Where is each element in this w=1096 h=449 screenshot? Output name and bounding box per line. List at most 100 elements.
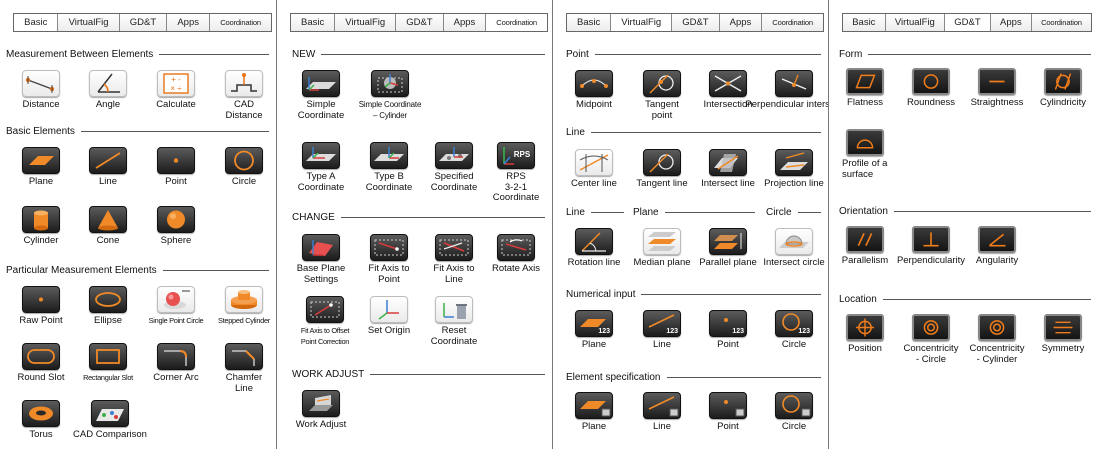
- stepped-cylinder-button[interactable]: Stepped Cylinder: [211, 286, 276, 327]
- tangent-point-button[interactable]: Tangent point: [629, 70, 695, 121]
- distance-button[interactable]: Distance: [8, 70, 74, 111]
- tab-virtualfig[interactable]: VirtualFig: [335, 14, 397, 31]
- projection-line-button[interactable]: Projection line: [761, 149, 827, 190]
- numerical-line-button[interactable]: 123 Line: [629, 310, 695, 351]
- round-slot-button[interactable]: Round Slot: [8, 343, 74, 384]
- tab-apps[interactable]: Apps: [990, 14, 1032, 31]
- type-a-coordinate-button[interactable]: Type A Coordinate: [288, 142, 354, 193]
- numerical-plane-button[interactable]: 123 Plane: [561, 310, 627, 351]
- symmetry-label: Symmetry: [1041, 343, 1085, 354]
- base-plane-settings-button[interactable]: Base Plane Settings: [288, 234, 354, 285]
- tab-apps[interactable]: Apps: [719, 14, 763, 31]
- tab-basic[interactable]: Basic: [843, 14, 886, 31]
- ellipse-button[interactable]: Ellipse: [75, 286, 141, 327]
- tab-coordination[interactable]: Coordination: [1031, 14, 1092, 31]
- cad-comparison-button[interactable]: CAD Comparison: [73, 400, 147, 441]
- symmetry-button[interactable]: Symmetry: [1030, 314, 1096, 355]
- sphere-button[interactable]: Sphere: [143, 206, 209, 247]
- reset-coordinate-button[interactable]: Reset Coordinate: [421, 296, 487, 347]
- circle-button[interactable]: Circle: [211, 147, 276, 188]
- fit-axis-to-point-button[interactable]: Fit Axis to Point: [356, 234, 422, 285]
- section-work-adjust: WORK ADJUST: [292, 369, 545, 380]
- spec-circle-button[interactable]: Circle: [761, 392, 827, 433]
- simple-coordinate-cylinder-button[interactable]: Simple Coordinate – Cylinder: [353, 70, 427, 121]
- profile-of-surface-button[interactable]: Profile of a surface: [832, 129, 898, 180]
- work-adjust-button[interactable]: Work Adjust: [288, 390, 354, 431]
- tab-virtualfig[interactable]: VirtualFig: [58, 14, 120, 31]
- tab-basic[interactable]: Basic: [14, 14, 59, 31]
- specified-coordinate-button[interactable]: Specified Coordinate: [421, 142, 487, 193]
- tab-coordination[interactable]: Coordination: [486, 14, 547, 31]
- tab-gdt[interactable]: GD&T: [119, 14, 168, 31]
- spec-line-button[interactable]: Line: [629, 392, 695, 433]
- concentricity-cylinder-button[interactable]: Concentricity - Cylinder: [964, 314, 1030, 365]
- projection-line-label: Projection line: [764, 178, 824, 189]
- circle-label: Circle: [231, 176, 257, 187]
- tab-gdt[interactable]: GD&T: [672, 14, 720, 31]
- numerical-point-button[interactable]: 123 Point: [695, 310, 761, 351]
- single-point-circle-button[interactable]: Single Point Circle: [143, 286, 209, 327]
- center-line-button[interactable]: Center line: [561, 149, 627, 190]
- intersect-line-button[interactable]: Intersect line: [695, 149, 761, 190]
- tab-coordination[interactable]: Coordination: [762, 14, 823, 31]
- set-origin-button[interactable]: Set Origin: [356, 296, 422, 337]
- section-measurement-between: Measurement Between Elements: [6, 49, 269, 60]
- simple-coordinate-icon: [302, 70, 340, 97]
- simple-coordinate-button[interactable]: Simple Coordinate: [288, 70, 354, 121]
- line-button[interactable]: Line: [75, 147, 141, 188]
- cylinder-button[interactable]: Cylinder: [8, 206, 74, 247]
- parallel-plane-button[interactable]: Parallel plane: [695, 228, 761, 269]
- type-b-coordinate-button[interactable]: Type B Coordinate: [356, 142, 422, 193]
- plane-button[interactable]: Plane: [8, 147, 74, 188]
- point-button[interactable]: Point: [143, 147, 209, 188]
- straightness-button[interactable]: Straightness: [964, 68, 1030, 109]
- flatness-button[interactable]: Flatness: [832, 68, 898, 109]
- roundness-button[interactable]: Roundness: [898, 68, 964, 109]
- section-circle: Circle: [766, 207, 821, 218]
- concentricity-circle-button[interactable]: Concentricity - Circle: [898, 314, 964, 365]
- rotate-axis-button[interactable]: Rotate Axis: [483, 234, 549, 275]
- perpendicular-intersect-button[interactable]: Perpendicular intersect: [745, 70, 828, 111]
- position-button[interactable]: Position: [832, 314, 898, 355]
- single-point-circle-label: Single Point Circle: [148, 316, 204, 325]
- corner-arc-button[interactable]: Corner Arc: [143, 343, 209, 384]
- midpoint-button[interactable]: Midpoint: [561, 70, 627, 111]
- rps-coordinate-button[interactable]: RPS RPS 3-2-1 Coordinate: [483, 142, 549, 204]
- parallelism-button[interactable]: Parallelism: [832, 226, 898, 267]
- tab-virtualfig[interactable]: VirtualFig: [885, 14, 946, 31]
- tab-apps[interactable]: Apps: [443, 14, 487, 31]
- tab-coordination[interactable]: Coordination: [210, 14, 271, 31]
- chamfer-line-button[interactable]: Chamfer Line: [211, 343, 276, 394]
- calculate-button[interactable]: + - × ÷ Calculate: [143, 70, 209, 111]
- numerical-circle-button[interactable]: 123 Circle: [761, 310, 827, 351]
- cad-distance-button[interactable]: CAD Distance: [211, 70, 276, 121]
- tab-virtualfig[interactable]: VirtualFig: [611, 14, 673, 31]
- perpendicularity-button[interactable]: Perpendicularity: [897, 226, 965, 267]
- tangent-line-button[interactable]: Tangent line: [629, 149, 695, 190]
- numerical-point-icon: 123: [709, 310, 747, 337]
- fit-axis-to-line-button[interactable]: Fit Axis to Line: [421, 234, 487, 285]
- tab-basic[interactable]: Basic: [291, 14, 336, 31]
- intersect-circle-label: Intersect circle: [763, 257, 825, 268]
- intersect-circle-button[interactable]: Intersect circle: [761, 228, 827, 269]
- spec-point-button[interactable]: Point: [695, 392, 761, 433]
- tab-apps[interactable]: Apps: [167, 14, 211, 31]
- torus-button[interactable]: Torus: [8, 400, 74, 441]
- rectangular-slot-button[interactable]: Rectangular Slot: [75, 343, 141, 384]
- angularity-button[interactable]: Angularity: [964, 226, 1030, 267]
- rotation-line-label: Rotation line: [567, 257, 621, 268]
- tab-gdt[interactable]: GD&T: [396, 14, 444, 31]
- section-numerical-input: Numerical input: [566, 289, 821, 300]
- cone-button[interactable]: Cone: [75, 206, 141, 247]
- spec-plane-button[interactable]: Plane: [561, 392, 627, 433]
- base-plane-settings-label: Base Plane Settings: [296, 263, 346, 285]
- angle-button[interactable]: Angle: [75, 70, 141, 111]
- fit-axis-offset-button[interactable]: Fit Axis to Offset Point Correction: [288, 296, 362, 347]
- tangent-point-label: Tangent point: [645, 99, 679, 121]
- rotation-line-button[interactable]: Rotation line: [561, 228, 627, 269]
- median-plane-button[interactable]: Median plane: [629, 228, 695, 269]
- cylindricity-button[interactable]: Cylindricity: [1030, 68, 1096, 109]
- raw-point-button[interactable]: Raw Point: [8, 286, 74, 327]
- tab-gdt[interactable]: GD&T: [945, 14, 991, 31]
- tab-basic[interactable]: Basic: [567, 14, 612, 31]
